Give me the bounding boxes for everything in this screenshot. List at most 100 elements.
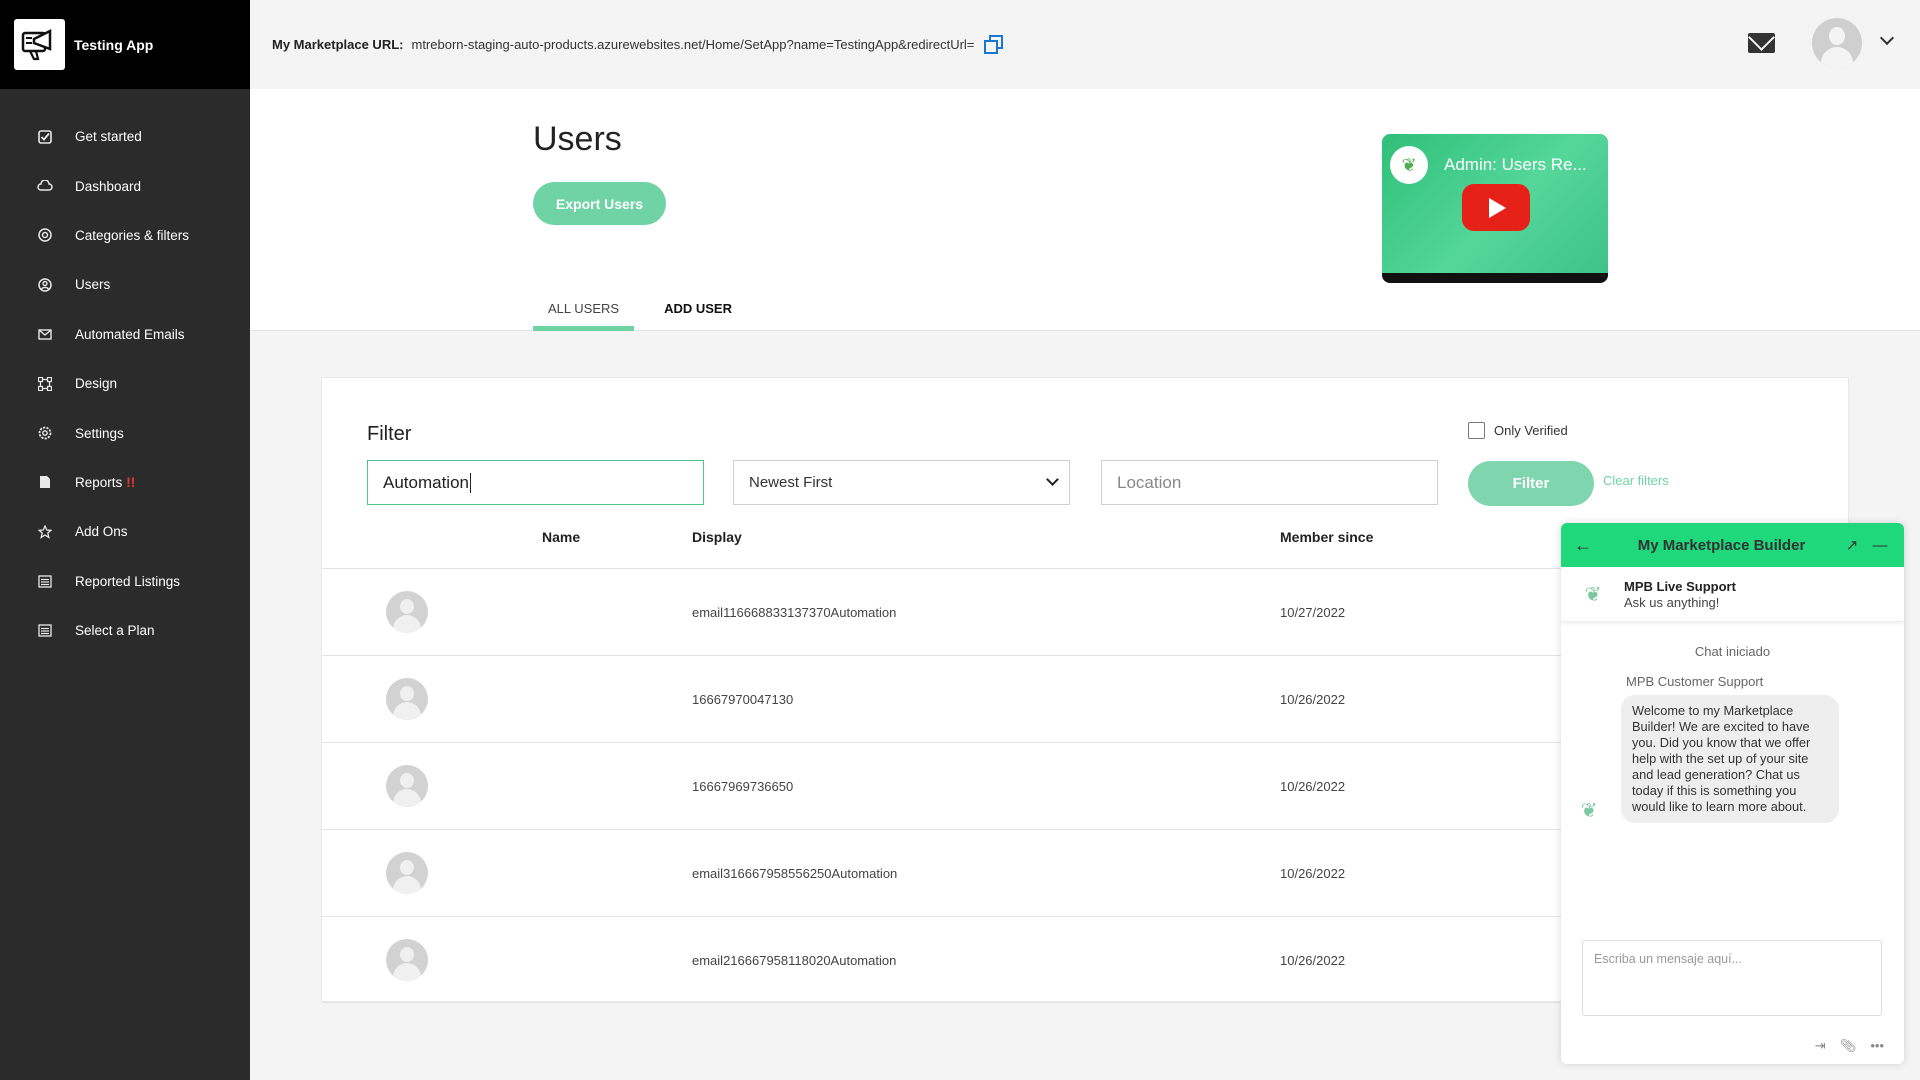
search-input[interactable]: Automation — [367, 460, 704, 505]
file-icon — [37, 474, 53, 490]
user-circle-icon — [37, 277, 53, 293]
sidebar-item-dashboard[interactable]: Dashboard — [0, 161, 250, 210]
filter-button[interactable]: Filter — [1468, 461, 1594, 506]
page-title: Users — [533, 120, 622, 158]
mpb-logo-icon: ❦ — [1390, 146, 1428, 184]
check-square-icon — [37, 129, 53, 145]
column-header-member-since[interactable]: Member since — [1280, 529, 1373, 545]
sidebar-item-settings[interactable]: Settings — [0, 408, 250, 457]
export-users-button[interactable]: Export Users — [533, 182, 666, 225]
avatar — [386, 678, 428, 720]
tab-all-users[interactable]: ALL USERS — [533, 285, 635, 331]
app-logo — [14, 19, 65, 70]
sidebar-item-label: Settings — [75, 425, 124, 441]
mpb-logo-icon: ❦ — [1584, 583, 1602, 606]
gear-icon — [37, 425, 53, 441]
message-sender: MPB Customer Support — [1626, 674, 1764, 689]
list-icon — [37, 623, 53, 639]
row-member-since: 10/26/2022 — [1280, 953, 1346, 968]
sidebar-item-categories[interactable]: Categories & filters — [0, 211, 250, 260]
expand-icon[interactable]: ↗ — [1838, 536, 1866, 554]
tutorial-video[interactable]: ❦ Admin: Users Re... — [1382, 134, 1608, 283]
list-icon — [37, 573, 53, 589]
row-display: 16667970047130 — [692, 692, 794, 707]
more-icon[interactable]: ••• — [1870, 1038, 1884, 1054]
column-header-name[interactable]: Name — [542, 529, 580, 545]
exit-chat-icon[interactable]: ⇥ — [1815, 1038, 1826, 1054]
chat-toolbar: ⇥ 📎︎ ••• — [1815, 1038, 1884, 1054]
location-placeholder: Location — [1117, 472, 1182, 492]
chat-message-text: Welcome to my Marketplace Builder! We ar… — [1621, 695, 1839, 823]
sidebar-item-design[interactable]: Design — [0, 359, 250, 408]
copy-icon[interactable] — [982, 33, 1006, 57]
page-header: Users Export Users ❦ Admin: Users Re... … — [250, 89, 1920, 331]
target-icon — [37, 227, 53, 243]
chat-title: My Marketplace Builder — [1637, 536, 1806, 554]
sidebar-item-add-ons[interactable]: Add Ons — [0, 507, 250, 556]
search-value: Automation — [383, 472, 469, 492]
chat-widget: ← My Marketplace Builder ↗ — ❦ MPB Live … — [1561, 523, 1904, 1064]
sidebar-item-label: Add Ons — [75, 524, 128, 540]
marketplace-url-label: My Marketplace URL: — [272, 37, 404, 52]
chevron-down-icon[interactable] — [1879, 30, 1895, 46]
sidebar-item-label: Dashboard — [75, 178, 142, 194]
cloud-icon — [37, 178, 53, 194]
star-icon — [37, 524, 53, 540]
sidebar-item-label: Select a Plan — [75, 623, 155, 639]
attach-icon[interactable]: 📎︎ — [1840, 1038, 1857, 1054]
checkbox-box[interactable] — [1468, 422, 1485, 439]
marketplace-url[interactable]: mtreborn-staging-auto-products.azurewebs… — [411, 37, 974, 52]
only-verified-checkbox[interactable]: Only Verified — [1468, 422, 1568, 439]
sort-select[interactable]: Newest First — [733, 460, 1070, 505]
clear-filters-link[interactable]: Clear filters — [1603, 473, 1669, 488]
play-icon[interactable] — [1462, 184, 1530, 231]
sidebar-item-reported-listings[interactable]: Reported Listings — [0, 557, 250, 606]
chat-message: ❦ Welcome to my Marketplace Builder! We … — [1581, 695, 1904, 823]
back-arrow-icon[interactable]: ← — [1561, 535, 1605, 556]
sidebar-item-label: Categories & filters — [75, 227, 190, 243]
tab-add-user[interactable]: ADD USER — [664, 285, 747, 331]
avatar — [386, 939, 428, 981]
chevron-down-icon — [1046, 473, 1059, 486]
chat-message-input[interactable]: Escriba un mensaje aquí... — [1582, 940, 1882, 1016]
sidebar-item-get-started[interactable]: Get started — [0, 112, 250, 161]
location-input[interactable]: Location — [1101, 460, 1438, 505]
minimize-icon[interactable]: — — [1866, 537, 1894, 554]
vector-square-icon — [37, 376, 53, 392]
row-member-since: 10/27/2022 — [1280, 605, 1346, 620]
user-avatar[interactable] — [1812, 18, 1862, 68]
sidebar-item-label: Automated Emails — [75, 326, 185, 342]
avatar — [386, 852, 428, 894]
sidebar-item-automated-emails[interactable]: Automated Emails — [0, 310, 250, 359]
column-header-display[interactable]: Display — [692, 529, 742, 545]
sidebar-item-select-plan[interactable]: Select a Plan — [0, 606, 250, 655]
agent-name: MPB Live Support — [1624, 578, 1736, 594]
envelope-icon — [37, 326, 53, 342]
row-display: 16667969736650 — [692, 779, 794, 794]
sidebar-item-label: Reports — [75, 474, 123, 490]
sidebar-item-label: Users — [75, 277, 111, 293]
chat-started-label: Chat iniciado — [1694, 644, 1771, 659]
top-bar: My Marketplace URL: mtreborn-staging-aut… — [250, 0, 1920, 89]
sidebar-item-users[interactable]: Users — [0, 260, 250, 309]
chat-input-placeholder: Escriba un mensaje aquí... — [1594, 952, 1742, 966]
row-display: email116668833137370Automation — [692, 605, 897, 620]
chat-header: ← My Marketplace Builder ↗ — — [1561, 523, 1904, 567]
sidebar-item-label: Get started — [75, 129, 142, 145]
mail-icon[interactable] — [1748, 24, 1775, 53]
sidebar-item-reports[interactable]: Reports !! — [0, 458, 250, 507]
sidebar-nav: Get started Dashboard Categories & filte… — [0, 89, 250, 655]
sidebar-item-label: Design — [75, 376, 118, 392]
only-verified-label: Only Verified — [1494, 423, 1568, 438]
row-member-since: 10/26/2022 — [1280, 779, 1346, 794]
avatar — [386, 765, 428, 807]
chat-agent-info: ❦ MPB Live Support Ask us anything! — [1561, 567, 1904, 622]
row-display: email216667958118020Automation — [692, 953, 897, 968]
brand[interactable]: Testing App — [0, 0, 250, 89]
video-title: Admin: Users Re... — [1444, 155, 1587, 174]
app-name: Testing App — [74, 36, 154, 53]
agent-subtitle: Ask us anything! — [1624, 594, 1720, 610]
mpb-logo-icon: ❦ — [1580, 799, 1598, 822]
row-member-since: 10/26/2022 — [1280, 692, 1346, 707]
row-display: email316667958556250Automation — [692, 866, 898, 881]
